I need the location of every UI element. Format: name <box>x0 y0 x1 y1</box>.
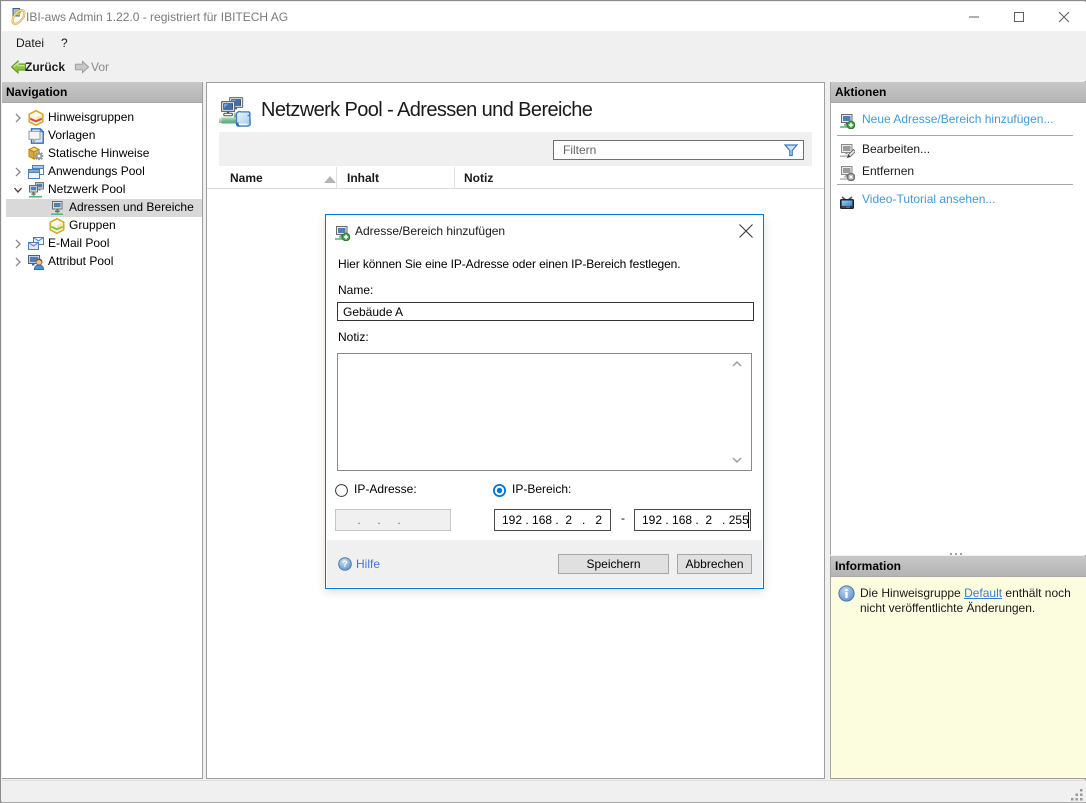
svg-text:?: ? <box>342 559 348 570</box>
